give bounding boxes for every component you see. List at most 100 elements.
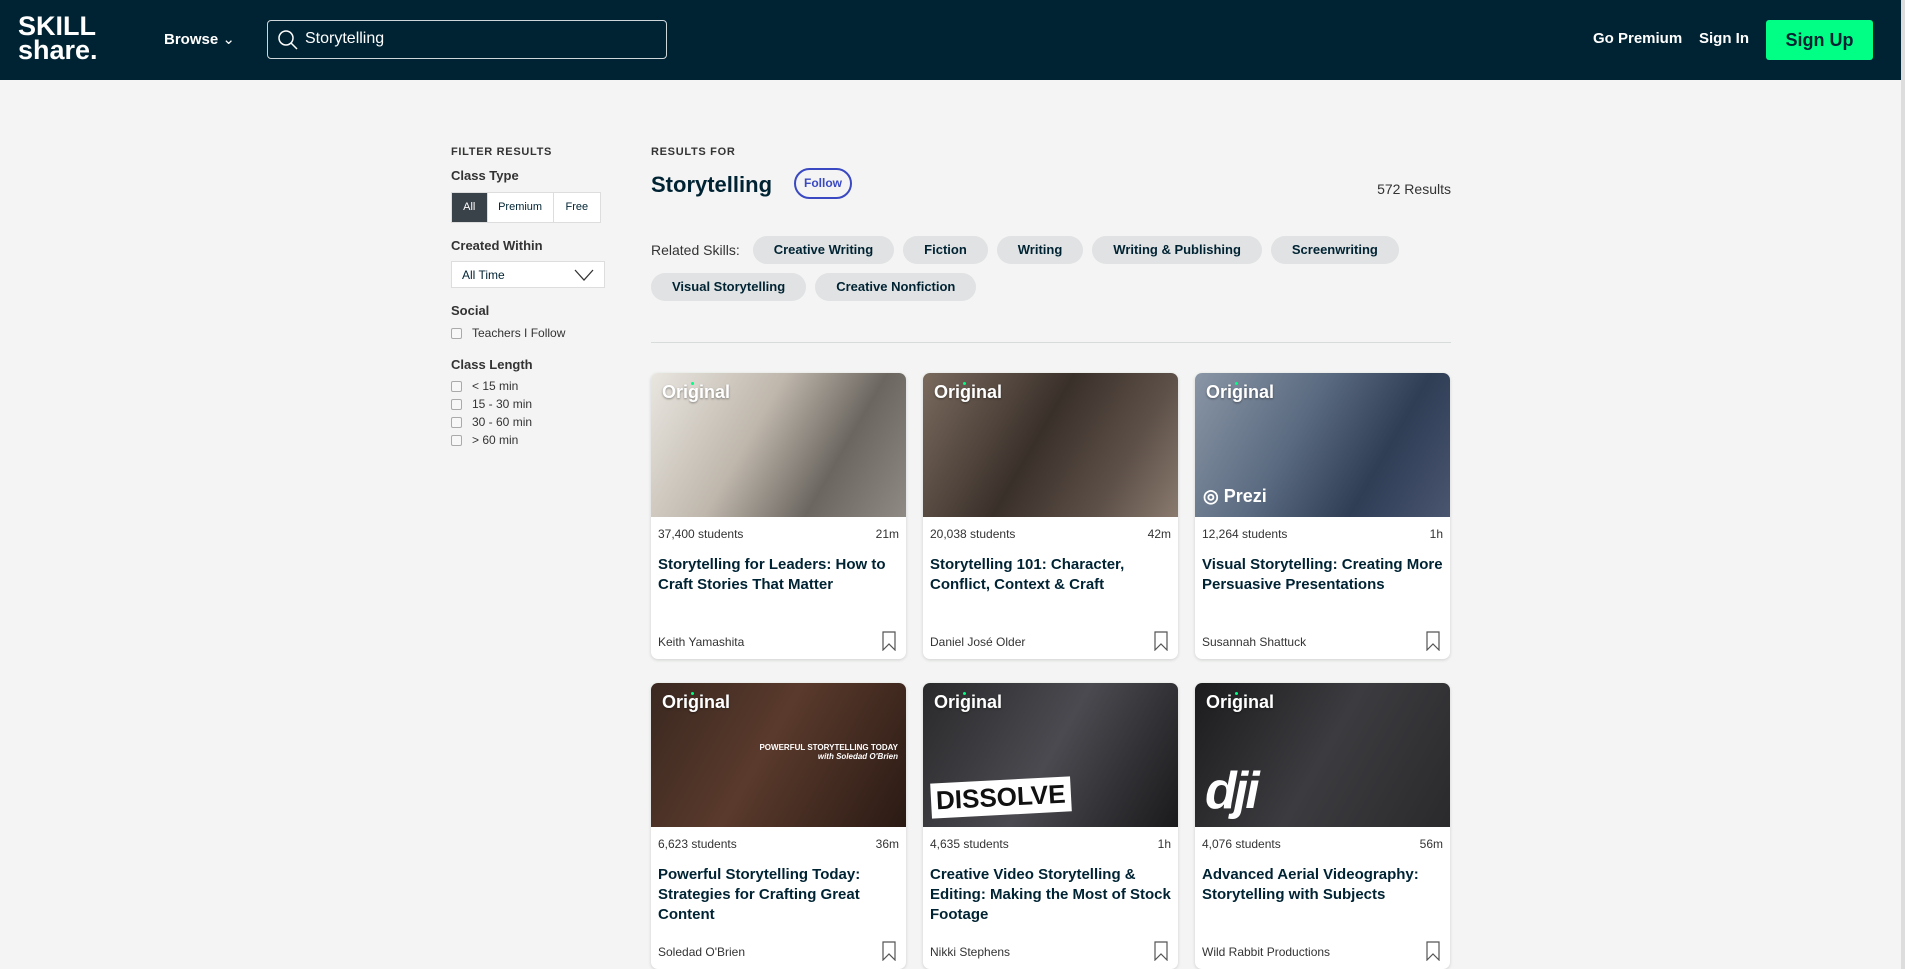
teacher-name[interactable]: Keith Yamashita <box>658 635 744 649</box>
original-badge: Original <box>1206 692 1275 712</box>
bookmark-icon[interactable] <box>882 941 896 961</box>
class-title[interactable]: Advanced Aerial Videography: Storytellin… <box>1195 851 1450 905</box>
divider <box>651 342 1451 343</box>
scrollbar[interactable] <box>1901 0 1905 969</box>
original-badge: Original <box>662 382 731 402</box>
teacher-name[interactable]: Wild Rabbit Productions <box>1202 945 1330 959</box>
teacher-name[interactable]: Daniel José Older <box>930 635 1025 649</box>
sign-in-link[interactable]: Sign In <box>1699 30 1749 47</box>
checkbox-icon <box>451 434 462 446</box>
dissolve-logo: DISSOLVE <box>930 776 1072 819</box>
student-count: 6,623 students <box>658 837 737 851</box>
class-duration: 1h <box>1429 527 1443 541</box>
class-duration: 21m <box>875 527 899 541</box>
length-30-60-checkbox[interactable]: 30 - 60 min <box>451 413 611 431</box>
skill-pill[interactable]: Fiction <box>903 236 988 264</box>
length-over-60-checkbox[interactable]: > 60 min <box>451 431 611 449</box>
checkbox-label: Teachers I Follow <box>472 326 566 340</box>
class-card[interactable]: Original 37,400 students 21m Storytelling… <box>651 373 906 659</box>
student-count: 4,076 students <box>1202 837 1281 851</box>
created-within-value: All Time <box>462 268 505 282</box>
bookmark-icon[interactable] <box>1426 631 1440 651</box>
browse-label: Browse <box>164 31 219 48</box>
class-thumbnail[interactable]: Original <box>651 373 906 517</box>
checkbox-label: 30 - 60 min <box>472 415 533 429</box>
class-card[interactable]: Original POWERFUL STORYTELLING TODAY with … <box>651 683 906 969</box>
class-card[interactable]: Original 20,038 students 42m Storytelling… <box>923 373 1178 659</box>
created-within-select[interactable]: All Time <box>451 261 605 288</box>
search-input[interactable] <box>305 27 655 51</box>
class-duration: 42m <box>1147 527 1171 541</box>
prezi-logo: ◎ Prezi <box>1203 486 1267 506</box>
class-duration: 56m <box>1419 837 1443 851</box>
top-nav: SKILLshare. Browse ⌄ Go Premium Sign In … <box>0 0 1905 80</box>
bookmark-icon[interactable] <box>882 631 896 651</box>
social-label: Social <box>451 303 490 318</box>
class-type-label: Class Type <box>451 168 519 183</box>
length-under-15-checkbox[interactable]: < 15 min <box>451 377 611 395</box>
original-badge: Original <box>662 692 731 712</box>
length-15-30-checkbox[interactable]: 15 - 30 min <box>451 395 611 413</box>
class-thumbnail[interactable]: Original POWERFUL STORYTELLING TODAY with … <box>651 683 906 827</box>
query-title: Storytelling <box>651 172 773 197</box>
skill-pill[interactable]: Writing <box>996 236 1084 264</box>
class-thumbnail[interactable]: Original DISSOLVE <box>923 683 1178 827</box>
bookmark-icon[interactable] <box>1426 941 1440 961</box>
bookmark-icon[interactable] <box>1154 941 1168 961</box>
class-title[interactable]: Storytelling for Leaders: How to Craft S… <box>651 541 906 595</box>
student-count: 20,038 students <box>930 527 1016 541</box>
filter-sidebar: FILTER RESULTS Class Type All Premium Fr… <box>451 146 611 449</box>
skill-pill[interactable]: Creative Writing <box>752 236 895 264</box>
class-thumbnail[interactable]: Original ◎ Prezi <box>1195 373 1450 517</box>
class-length-label: Class Length <box>451 357 533 372</box>
original-badge: Original <box>934 692 1003 712</box>
class-thumbnail[interactable]: Original <box>923 373 1178 517</box>
related-skills-label: Related Skills: <box>651 242 740 258</box>
class-grid: Original 37,400 students 21m Storytelling… <box>651 373 1451 969</box>
skill-pill[interactable]: Writing & Publishing <box>1092 236 1262 264</box>
checkbox-icon <box>451 327 462 339</box>
class-card[interactable]: Original DISSOLVE 4,635 students 1h Creati… <box>923 683 1178 969</box>
go-premium-link[interactable]: Go Premium <box>1593 30 1682 47</box>
skill-pill[interactable]: Creative Nonfiction <box>815 273 977 301</box>
class-type-free[interactable]: Free <box>554 193 600 222</box>
class-title[interactable]: Storytelling 101: Character, Conflict, C… <box>923 541 1178 595</box>
bookmark-icon[interactable] <box>1154 631 1168 651</box>
filter-heading: FILTER RESULTS <box>451 146 553 158</box>
class-type-premium[interactable]: Premium <box>488 193 554 222</box>
checkbox-label: > 60 min <box>472 433 519 447</box>
search-box[interactable] <box>267 20 667 59</box>
class-card[interactable]: Original ◎ Prezi 12,264 students 1h Visual… <box>1195 373 1450 659</box>
student-count: 12,264 students <box>1202 527 1288 541</box>
class-type-toggle: All Premium Free <box>451 192 601 223</box>
skill-pill[interactable]: Screenwriting <box>1270 236 1399 264</box>
search-icon <box>278 30 298 50</box>
follow-button[interactable]: Follow <box>794 168 852 199</box>
browse-menu[interactable]: Browse ⌄ <box>164 30 235 48</box>
student-count: 37,400 students <box>658 527 744 541</box>
results-for-heading: RESULTS FOR <box>651 146 736 158</box>
student-count: 4,635 students <box>930 837 1009 851</box>
original-badge: Original <box>1206 382 1275 402</box>
checkbox-label: < 15 min <box>472 379 519 393</box>
teacher-name[interactable]: Soledad O'Brien <box>658 945 745 959</box>
class-duration: 36m <box>875 837 899 851</box>
skillshare-logo[interactable]: SKILL share. <box>18 13 98 64</box>
class-title[interactable]: Visual Storytelling: Creating More Persu… <box>1195 541 1450 595</box>
teachers-follow-checkbox[interactable]: Teachers I Follow <box>451 324 611 342</box>
chevron-down-icon <box>574 269 594 281</box>
skill-pill[interactable]: Visual Storytelling <box>651 273 807 301</box>
checkbox-label: 15 - 30 min <box>472 397 533 411</box>
teacher-name[interactable]: Nikki Stephens <box>930 945 1010 959</box>
checkbox-icon <box>451 398 462 410</box>
class-title[interactable]: Powerful Storytelling Today: Strategies … <box>651 851 906 925</box>
chevron-down-icon: ⌄ <box>222 31 235 48</box>
class-type-all[interactable]: All <box>452 193 488 222</box>
teacher-name[interactable]: Susannah Shattuck <box>1202 635 1306 649</box>
class-thumbnail[interactable]: Original dji <box>1195 683 1450 827</box>
class-title[interactable]: Creative Video Storytelling & Editing: M… <box>923 851 1178 925</box>
sign-up-button[interactable]: Sign Up <box>1766 20 1873 60</box>
created-within-label: Created Within <box>451 238 543 253</box>
class-card[interactable]: Original dji 4,076 students 56m Advanced A… <box>1195 683 1450 969</box>
thumbnail-caption: POWERFUL STORYTELLING TODAY with Soledad … <box>759 743 898 761</box>
